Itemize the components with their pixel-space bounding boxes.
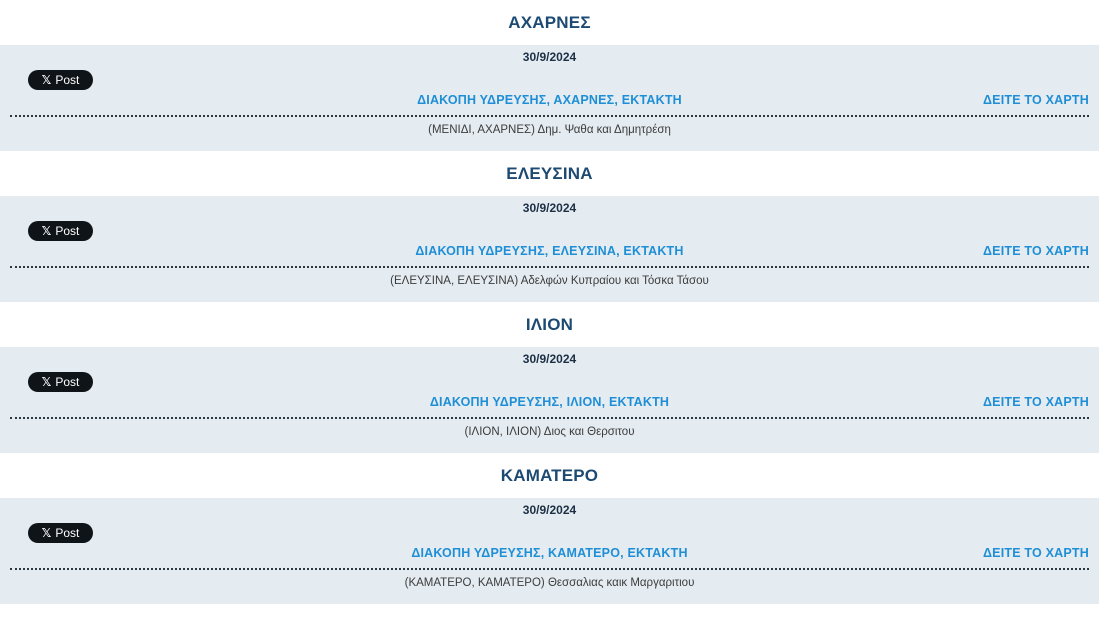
dotted-divider — [10, 266, 1089, 268]
outage-notice-card: 30/9/2024 𝕏 Post ΔΙΑΚΟΠΗ ΥΔΡΕΥΣΗΣ, ΚΑΜΑΤ… — [0, 498, 1099, 604]
x-post-button[interactable]: 𝕏 Post — [28, 70, 93, 90]
notice-detail: (ΕΛΕΥΣΙΝΑ, ΕΛΕΥΣΙΝΑ) Αδελφών Κυπραίου κα… — [390, 275, 709, 287]
x-logo-icon: 𝕏 — [41, 224, 52, 238]
notice-date: 30/9/2024 — [522, 50, 577, 64]
notice-date: 30/9/2024 — [522, 352, 577, 366]
area-title: ΙΛΙΟΝ — [525, 314, 574, 334]
view-map-link[interactable]: ΔΕΙΤΕ ΤΟ ΧΑΡΤΗ — [983, 546, 1089, 560]
notice-date: 30/9/2024 — [522, 201, 577, 215]
outage-notice-card: 30/9/2024 𝕏 Post ΔΙΑΚΟΠΗ ΥΔΡΕΥΣΗΣ, ΕΛΕΥΣ… — [0, 196, 1099, 302]
notice-headline-link[interactable]: ΔΙΑΚΟΠΗ ΥΔΡΕΥΣΗΣ, ΑΧΑΡΝΕΣ, ΕΚΤΑΚΤΗ — [0, 93, 1099, 107]
x-logo-icon: 𝕏 — [41, 375, 52, 389]
dotted-divider — [10, 417, 1089, 419]
notice-headline-link[interactable]: ΔΙΑΚΟΠΗ ΥΔΡΕΥΣΗΣ, ΕΛΕΥΣΙΝΑ, ΕΚΤΑΚΤΗ — [0, 244, 1099, 258]
notice-detail: (ΚΑΜΑΤΕΡΟ, ΚΑΜΑΤΕΡΟ) Θεσσαλιας καικ Μαργ… — [404, 577, 695, 589]
dotted-divider — [10, 115, 1089, 117]
x-post-button[interactable]: 𝕏 Post — [28, 372, 93, 392]
notice-detail: (ΙΛΙΟΝ, ΙΛΙΟΝ) Διος και Θερσιτου — [464, 426, 635, 438]
x-post-button[interactable]: 𝕏 Post — [28, 221, 93, 241]
outage-notice-card: 30/9/2024 𝕏 Post ΔΙΑΚΟΠΗ ΥΔΡΕΥΣΗΣ, ΑΧΑΡΝ… — [0, 45, 1099, 151]
view-map-link[interactable]: ΔΕΙΤΕ ΤΟ ΧΑΡΤΗ — [983, 395, 1089, 409]
x-logo-icon: 𝕏 — [41, 526, 52, 540]
area-title: ΚΑΜΑΤΕΡΟ — [500, 465, 599, 485]
outage-notice-card: 30/9/2024 𝕏 Post ΔΙΑΚΟΠΗ ΥΔΡΕΥΣΗΣ, ΙΛΙΟΝ… — [0, 347, 1099, 453]
x-post-label: Post — [55, 73, 80, 87]
view-map-link[interactable]: ΔΕΙΤΕ ΤΟ ΧΑΡΤΗ — [983, 93, 1089, 107]
x-logo-icon: 𝕏 — [41, 73, 52, 87]
notice-headline-link[interactable]: ΔΙΑΚΟΠΗ ΥΔΡΕΥΣΗΣ, ΚΑΜΑΤΕΡΟ, ΕΚΤΑΚΤΗ — [0, 546, 1099, 560]
outage-notice-list: ΑΧΑΡΝΕΣ 30/9/2024 𝕏 Post ΔΙΑΚΟΠΗ ΥΔΡΕΥΣΗ… — [0, 0, 1099, 604]
x-post-label: Post — [55, 224, 80, 238]
area-title: ΕΛΕΥΣΙΝΑ — [506, 163, 593, 183]
notice-date: 30/9/2024 — [522, 503, 577, 517]
x-post-label: Post — [55, 526, 80, 540]
x-post-button[interactable]: 𝕏 Post — [28, 523, 93, 543]
notice-headline-link[interactable]: ΔΙΑΚΟΠΗ ΥΔΡΕΥΣΗΣ, ΙΛΙΟΝ, ΕΚΤΑΚΤΗ — [0, 395, 1099, 409]
view-map-link[interactable]: ΔΕΙΤΕ ΤΟ ΧΑΡΤΗ — [983, 244, 1089, 258]
x-post-label: Post — [55, 375, 80, 389]
notice-detail: (ΜΕΝΙΔΙ, ΑΧΑΡΝΕΣ) Δημ. Ψαθα και Δημητρέσ… — [428, 124, 671, 136]
dotted-divider — [10, 568, 1089, 570]
area-title: ΑΧΑΡΝΕΣ — [508, 12, 591, 32]
